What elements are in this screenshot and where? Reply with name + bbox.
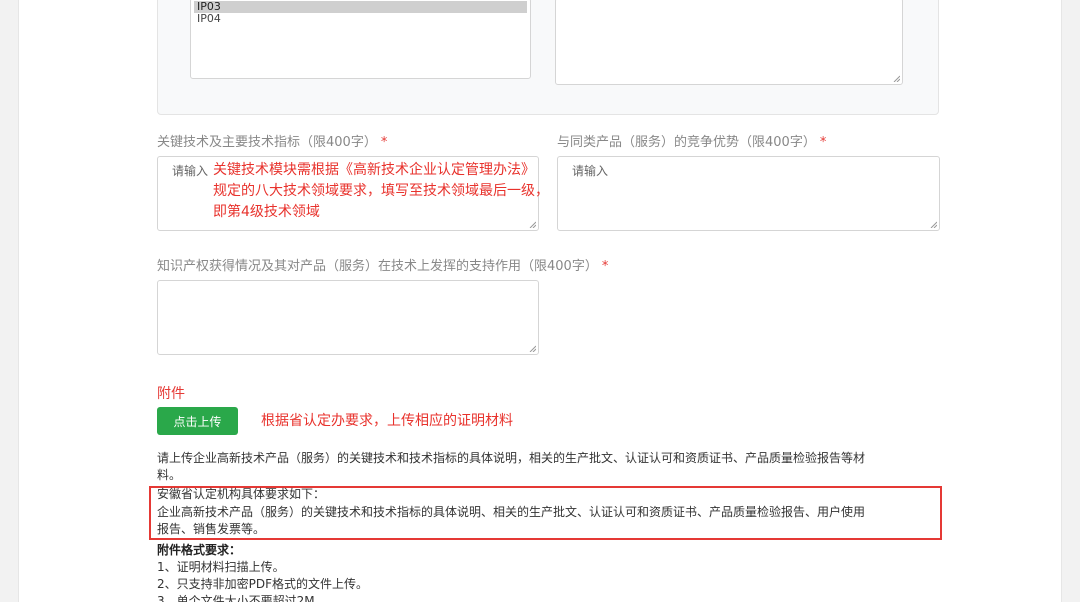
advantage-label: 与同类产品（服务）的竞争优势（限400字） * bbox=[557, 131, 826, 150]
required-mark: * bbox=[601, 259, 609, 274]
upload-button[interactable]: 点击上传 bbox=[157, 407, 238, 435]
panel-textarea[interactable] bbox=[555, 0, 903, 85]
right-gutter bbox=[1061, 0, 1080, 602]
required-mark: * bbox=[380, 135, 388, 150]
attachment-title: 附件 bbox=[157, 386, 185, 402]
list-option-ip04[interactable]: IP04 bbox=[194, 13, 527, 25]
anhui-requirements-line2: 报告、销售发票等。 bbox=[157, 522, 266, 536]
key-tech-placeholder: 请输入 bbox=[172, 164, 209, 178]
upload-note: 根据省认定办要求，上传相应的证明材料 bbox=[261, 413, 513, 429]
key-tech-note-line3: 即第4级技术领域 bbox=[213, 204, 320, 220]
advantage-placeholder: 请输入 bbox=[572, 164, 609, 178]
resize-grip-icon[interactable] bbox=[929, 220, 937, 228]
resize-grip-icon[interactable] bbox=[892, 74, 900, 82]
upload-instruction-line2: 料。 bbox=[157, 468, 182, 482]
ip-support-label-text: 知识产权获得情况及其对产品（服务）在技术上发挥的支持作用（限400字） bbox=[157, 259, 598, 274]
format-item-2: 2、只支持非加密PDF格式的文件上传。 bbox=[157, 577, 369, 591]
page: IP03 IP04 关键技术及主要技术指标（限400字） * 请输入 关键技术模块… bbox=[0, 0, 1080, 602]
anhui-requirements-title: 安徽省认定机构具体要求如下： bbox=[157, 487, 326, 501]
upload-instruction-line1: 请上传企业高新技术产品（服务）的关键技术和技术指标的具体说明，相关的生产批文、认… bbox=[157, 451, 866, 465]
list-option-ip03[interactable]: IP03 bbox=[194, 1, 527, 13]
format-item-3: 3、单个文件大小不要超过2M。 bbox=[157, 594, 327, 602]
advantage-label-text: 与同类产品（服务）的竞争优势（限400字） bbox=[557, 135, 816, 150]
required-mark: * bbox=[819, 135, 827, 150]
anhui-requirements-line1: 企业高新技术产品（服务）的关键技术和技术指标的具体说明、相关的生产批文、认证认可… bbox=[157, 505, 866, 519]
ip-support-label: 知识产权获得情况及其对产品（服务）在技术上发挥的支持作用（限400字） * bbox=[157, 255, 608, 274]
format-item-1: 1、证明材料扫描上传。 bbox=[157, 560, 285, 574]
key-tech-label: 关键技术及主要技术指标（限400字） * bbox=[157, 131, 387, 150]
format-requirements-title: 附件格式要求： bbox=[157, 543, 242, 557]
key-tech-note-line1: 关键技术模块需根据《高新技术企业认定管理办法》 bbox=[213, 162, 535, 178]
advantage-textarea[interactable]: 请输入 bbox=[557, 156, 940, 231]
key-tech-label-text: 关键技术及主要技术指标（限400字） bbox=[157, 135, 377, 150]
left-gutter bbox=[0, 0, 19, 602]
key-tech-note-line2: 规定的八大技术领域要求，填写至技术领域最后一级， bbox=[213, 183, 549, 199]
ip-listbox[interactable]: IP03 IP04 bbox=[190, 0, 531, 79]
ip-support-textarea[interactable] bbox=[157, 280, 539, 355]
resize-grip-icon[interactable] bbox=[528, 344, 536, 352]
resize-grip-icon[interactable] bbox=[528, 220, 536, 228]
